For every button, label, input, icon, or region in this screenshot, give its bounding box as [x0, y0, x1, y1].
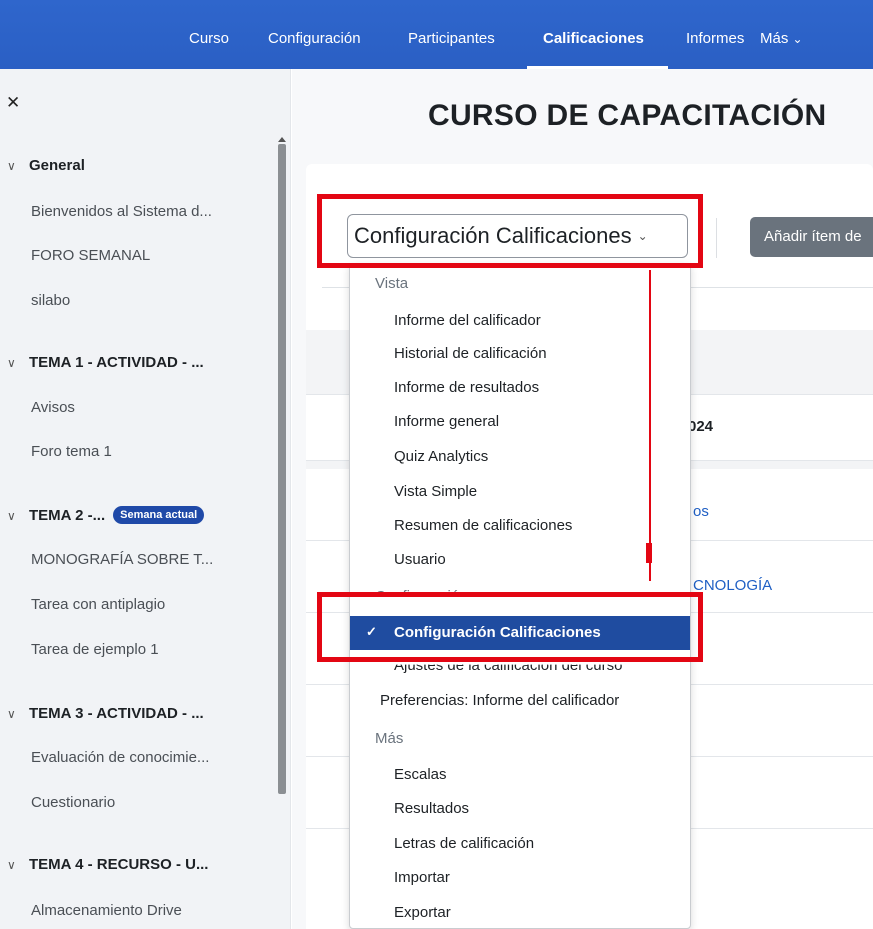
table-link[interactable]: CNOLOGÍA — [693, 577, 772, 594]
section-title: TEMA 3 - ACTIVIDAD - ... — [29, 705, 204, 722]
activity-link[interactable]: Evaluación de conocimie... — [31, 749, 209, 766]
activity-link[interactable]: Almacenamiento Drive — [31, 902, 182, 919]
toolbar-divider — [716, 218, 717, 258]
menu-group-header: Más — [375, 730, 404, 747]
chevron-down-icon: ∨ — [7, 159, 16, 173]
nav-mas-label: Más — [760, 30, 789, 47]
menu-item[interactable]: Letras de calificación — [394, 835, 534, 852]
menu-item[interactable]: Vista Simple — [394, 483, 477, 500]
section-title: General — [29, 157, 85, 174]
section-tema-4[interactable]: ∨ TEMA 4 - RECURSO - U... — [7, 856, 208, 873]
section-title: TEMA 2 -... — [29, 507, 106, 524]
section-tema-3[interactable]: ∨ TEMA 3 - ACTIVIDAD - ... — [7, 705, 204, 722]
activity-link[interactable]: FORO SEMANAL — [31, 247, 150, 264]
annotation-box-select — [317, 194, 703, 268]
menu-item[interactable]: Exportar — [394, 904, 451, 921]
menu-item[interactable]: Preferencias: Informe del calificador — [380, 692, 619, 709]
nav-configuracion[interactable]: Configuración — [268, 30, 361, 47]
chevron-down-icon: ⌄ — [792, 32, 803, 46]
nav-curso[interactable]: Curso — [189, 30, 229, 47]
activity-link[interactable]: Tarea con antiplagio — [31, 596, 165, 613]
chevron-down-icon: ∨ — [7, 356, 16, 370]
section-general[interactable]: ∨ General — [7, 157, 85, 174]
menu-item[interactable]: Resultados — [394, 800, 469, 817]
menu-item[interactable]: Informe del calificador — [394, 312, 541, 329]
section-tema-1[interactable]: ∨ TEMA 1 - ACTIVIDAD - ... — [7, 354, 204, 371]
menu-item[interactable]: Importar — [394, 869, 450, 886]
add-grade-item-button[interactable]: Añadir ítem de — [750, 217, 873, 257]
menu-item[interactable]: Quiz Analytics — [394, 448, 488, 465]
menu-item[interactable]: Historial de calificación — [394, 345, 547, 362]
activity-link[interactable]: Foro tema 1 — [31, 443, 112, 460]
nav-calificaciones[interactable]: Calificaciones — [543, 30, 644, 47]
activity-link[interactable]: silabo — [31, 292, 70, 309]
nav-mas[interactable]: Más ⌄ — [760, 30, 803, 47]
close-icon[interactable]: ✕ — [6, 93, 20, 113]
activity-link[interactable]: Tarea de ejemplo 1 — [31, 641, 159, 658]
activity-link[interactable]: Avisos — [31, 399, 75, 416]
top-navigation: Curso Configuración Participantes Califi… — [0, 0, 873, 69]
sidebar-scrollbar[interactable] — [278, 144, 286, 794]
section-tema-2[interactable]: ∨ TEMA 2 -... Semana actual — [7, 506, 205, 524]
menu-item[interactable]: Informe general — [394, 413, 499, 430]
chevron-down-icon: ∨ — [7, 509, 16, 523]
nav-participantes[interactable]: Participantes — [408, 30, 495, 47]
activity-link[interactable]: MONOGRAFÍA SOBRE T... — [31, 551, 213, 568]
annotation-scroll-marker — [646, 543, 652, 563]
menu-group-header: Vista — [375, 275, 409, 292]
activity-link[interactable]: Cuestionario — [31, 794, 115, 811]
annotation-box-selected-item — [317, 592, 703, 662]
annotation-scroll-line — [649, 270, 651, 581]
section-title: TEMA 1 - ACTIVIDAD - ... — [29, 354, 204, 371]
activity-link[interactable]: Bienvenidos al Sistema d... — [31, 203, 212, 220]
current-week-badge: Semana actual — [113, 506, 205, 524]
menu-item[interactable]: Escalas — [394, 766, 447, 783]
table-link[interactable]: os — [693, 503, 709, 520]
table-cell: 024 — [688, 418, 714, 435]
menu-item[interactable]: Usuario — [394, 551, 446, 568]
page-title: CURSO DE CAPACITACIÓN — [428, 99, 827, 132]
menu-item[interactable]: Informe de resultados — [394, 379, 539, 396]
section-title: TEMA 4 - RECURSO - U... — [29, 856, 209, 873]
nav-informes[interactable]: Informes — [686, 30, 744, 47]
chevron-down-icon: ∨ — [7, 707, 16, 721]
scroll-up-arrow-icon[interactable] — [278, 137, 286, 142]
menu-item[interactable]: Resumen de calificaciones — [394, 517, 572, 534]
chevron-down-icon: ∨ — [7, 858, 16, 872]
